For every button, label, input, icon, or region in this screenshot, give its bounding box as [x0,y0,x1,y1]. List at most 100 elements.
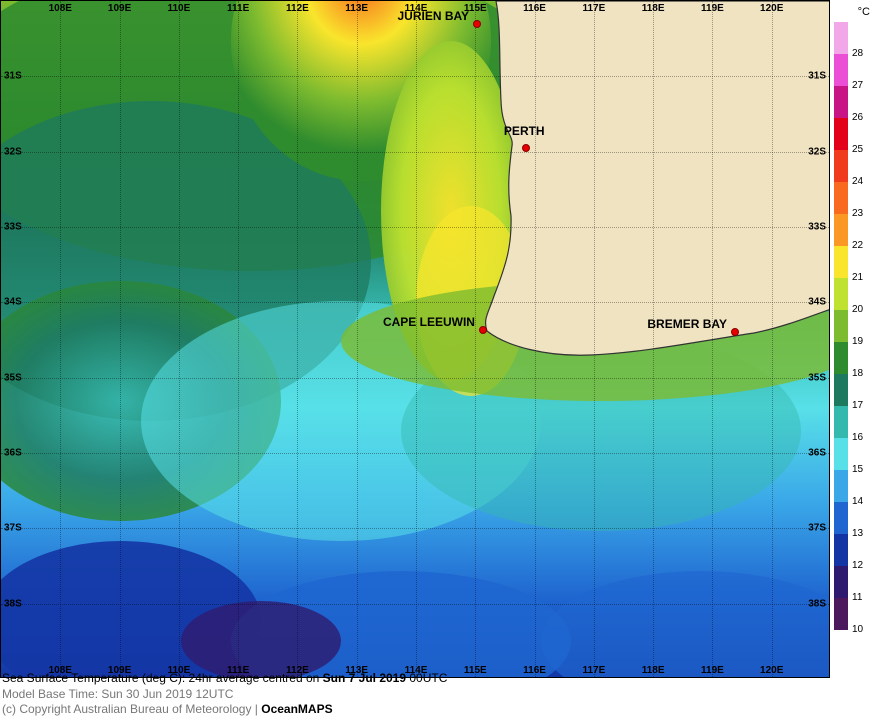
legend-value: 14 [852,496,863,507]
gridline-lon [594,1,595,677]
gridline-lon [357,1,358,677]
color-legend: °C 2827262524232221201918171615141312111… [834,4,874,682]
lon-tick-label: 108E [49,3,72,14]
lon-tick-label: 116E [523,665,546,676]
legend-swatch [834,54,848,86]
caption-date: Sun 7 Jul 2019 [323,671,406,685]
legend-value: 28 [852,48,863,59]
gridline-lon [653,1,654,677]
gridline-lat [1,302,829,303]
legend-value: 16 [852,432,863,443]
lat-tick-label: 37S [4,523,22,534]
lon-tick-label: 110E [167,3,190,14]
caption-line1: Sea Surface Temperature (deg C): 24hr av… [2,671,447,687]
legend-swatch [834,86,848,118]
lat-tick-label: 35S [808,372,826,383]
lat-tick-label: 37S [808,523,826,534]
city-label: BREMER BAY [647,317,727,331]
lon-tick-label: 112E [286,3,309,14]
legend-swatch [834,22,848,54]
lat-tick-label: 31S [4,71,22,82]
legend-value: 11 [852,592,862,603]
lat-tick-label: 33S [4,222,22,233]
gridline-lat [1,378,829,379]
city-label: JURIEN BAY [397,9,469,23]
lon-tick-label: 113E [345,3,368,14]
gridline-lat [1,528,829,529]
gridline-lat [1,152,829,153]
legend-swatch [834,246,848,278]
city-marker [522,144,530,152]
city-marker [731,328,739,336]
gridline-lon [60,1,61,677]
legend-swatch [834,182,848,214]
lat-tick-label: 35S [4,372,22,383]
legend-value: 19 [852,336,863,347]
legend-swatch [834,438,848,470]
legend-value: 25 [852,144,863,155]
gridline-lat [1,76,829,77]
legend-swatch [834,534,848,566]
lat-tick-label: 32S [808,146,826,157]
lon-tick-label: 116E [523,3,546,14]
lon-tick-label: 111E [227,3,249,14]
gridline-lon [120,1,121,677]
legend-unit: °C [858,6,870,18]
legend-value: 15 [852,464,863,475]
city-marker [479,326,487,334]
legend-swatch [834,278,848,310]
gridline-lat [1,227,829,228]
gridline-lat [1,604,829,605]
legend-value: 27 [852,80,863,91]
legend-swatch [834,342,848,374]
legend-swatch [834,566,848,598]
legend-swatch [834,118,848,150]
legend-swatch [834,470,848,502]
gridline-lon [238,1,239,677]
lon-tick-label: 120E [760,665,783,676]
gridline-lon [772,1,773,677]
gridline-lat [1,453,829,454]
lat-tick-label: 33S [808,222,826,233]
legend-swatch [834,150,848,182]
caption-line3: (c) Copyright Australian Bureau of Meteo… [2,702,447,718]
legend-swatch [834,374,848,406]
city-marker [473,20,481,28]
gridline-lon [179,1,180,677]
legend-value: 10 [852,624,863,635]
lon-tick-label: 118E [642,3,665,14]
lon-tick-label: 115E [464,665,487,676]
lon-tick-label: 119E [701,665,724,676]
legend-value: 26 [852,112,863,123]
lat-tick-label: 32S [4,146,22,157]
lat-tick-label: 36S [4,448,22,459]
gridline-lon [416,1,417,677]
lat-tick-label: 34S [4,297,22,308]
city-label: PERTH [504,124,545,138]
legend-value: 18 [852,368,863,379]
caption-line2: Model Base Time: Sun 30 Jun 2019 12UTC [2,687,447,703]
lat-tick-label: 31S [808,71,826,82]
caption-prefix: Sea Surface Temperature (deg C): 24hr av… [2,671,323,685]
legend-value: 24 [852,176,863,187]
lon-tick-label: 117E [582,665,605,676]
gridline-lon [535,1,536,677]
legend-value: 22 [852,240,863,251]
legend-swatch [834,214,848,246]
legend-value: 17 [852,400,863,411]
legend-value: 21 [852,272,863,283]
legend-swatch [834,406,848,438]
lat-tick-label: 36S [808,448,826,459]
caption-suffix: 00UTC [406,671,447,685]
legend-value: 12 [852,560,863,571]
copyright-text: (c) Copyright Australian Bureau of Meteo… [2,702,261,716]
lat-tick-label: 38S [808,598,826,609]
city-label: CAPE LEEUWIN [383,315,475,329]
legend-swatch [834,502,848,534]
lon-tick-label: 118E [642,665,665,676]
lon-tick-label: 109E [108,3,131,14]
legend-value: 13 [852,528,863,539]
gridline-lon [712,1,713,677]
legend-swatch [834,598,848,630]
gridline-lon [297,1,298,677]
